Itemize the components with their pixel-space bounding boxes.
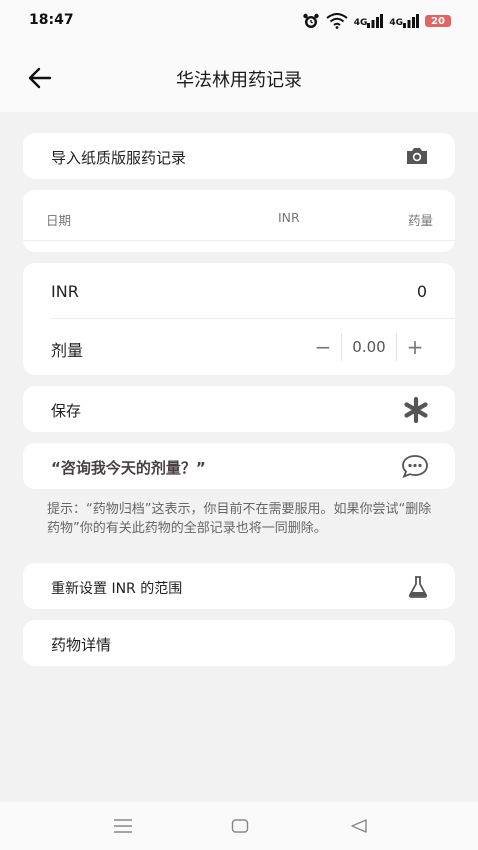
dose-value-input[interactable]: 0.00: [341, 333, 397, 361]
inr-dose-card: INR 0 剂量 − 0.00 +: [23, 263, 455, 375]
status-bar: 18:47 4G 4G 20: [0, 0, 478, 44]
battery-indicator: 20: [425, 15, 451, 27]
signal-bars-icon: [403, 14, 419, 28]
back-triangle-icon[interactable]: [350, 818, 368, 834]
signal-2-label: 4G: [389, 18, 403, 28]
dose-increase-button[interactable]: +: [401, 333, 429, 361]
alarm-icon: [302, 13, 319, 28]
column-inr: INR: [278, 210, 300, 225]
save-label: 保存: [51, 402, 82, 420]
drug-detail-label: 药物详情: [51, 636, 112, 654]
cell-signal-2: 4G: [389, 14, 419, 28]
column-dose: 药量: [407, 213, 433, 228]
signal-1-label: 4G: [353, 18, 368, 28]
record-table: 日期 INR 药量: [23, 190, 455, 252]
table-divider: [23, 240, 455, 241]
inr-label: INR: [51, 282, 79, 301]
home-icon[interactable]: [231, 818, 249, 834]
flask-icon: [408, 576, 428, 598]
drug-detail-button[interactable]: 药物详情: [23, 620, 455, 666]
card-divider: [51, 318, 455, 319]
app-header: 华法林用药记录: [0, 44, 478, 112]
import-label: 导入纸质版服药记录: [51, 149, 187, 167]
reset-inr-range-button[interactable]: 重新设置 INR 的范围: [23, 563, 455, 609]
save-button[interactable]: 保存: [23, 386, 455, 432]
status-icons: 4G 4G 20: [302, 12, 451, 30]
ask-dose-button[interactable]: “咨询我今天的剂量？”: [23, 443, 455, 489]
hint-text: 提示：“药物归档”这表示，你目前不在需要服用。如果你尝试“删除药物”你的有关此药…: [47, 502, 432, 536]
status-time: 18:47: [29, 12, 74, 28]
column-date: 日期: [46, 213, 72, 228]
wifi-icon: [326, 13, 348, 29]
chat-bubble-icon: [402, 455, 428, 478]
inr-value-input[interactable]: 0: [417, 282, 427, 301]
reset-inr-label: 重新设置 INR 的范围: [51, 581, 183, 597]
system-nav-bar: [0, 802, 478, 850]
cell-signal-1: 4G: [354, 14, 384, 28]
dose-stepper: − 0.00 +: [309, 333, 429, 361]
dose-decrease-button[interactable]: −: [309, 333, 337, 361]
asterisk-icon: [404, 397, 428, 423]
signal-bars-icon: [367, 14, 384, 28]
import-paper-record-button[interactable]: 导入纸质版服药记录: [23, 133, 455, 179]
camera-icon: [407, 148, 427, 164]
ask-dose-label: “咨询我今天的剂量？”: [51, 459, 206, 477]
page-title: 华法林用药记录: [176, 70, 302, 91]
menu-icon[interactable]: [113, 818, 133, 834]
dose-label: 剂量: [51, 341, 84, 360]
